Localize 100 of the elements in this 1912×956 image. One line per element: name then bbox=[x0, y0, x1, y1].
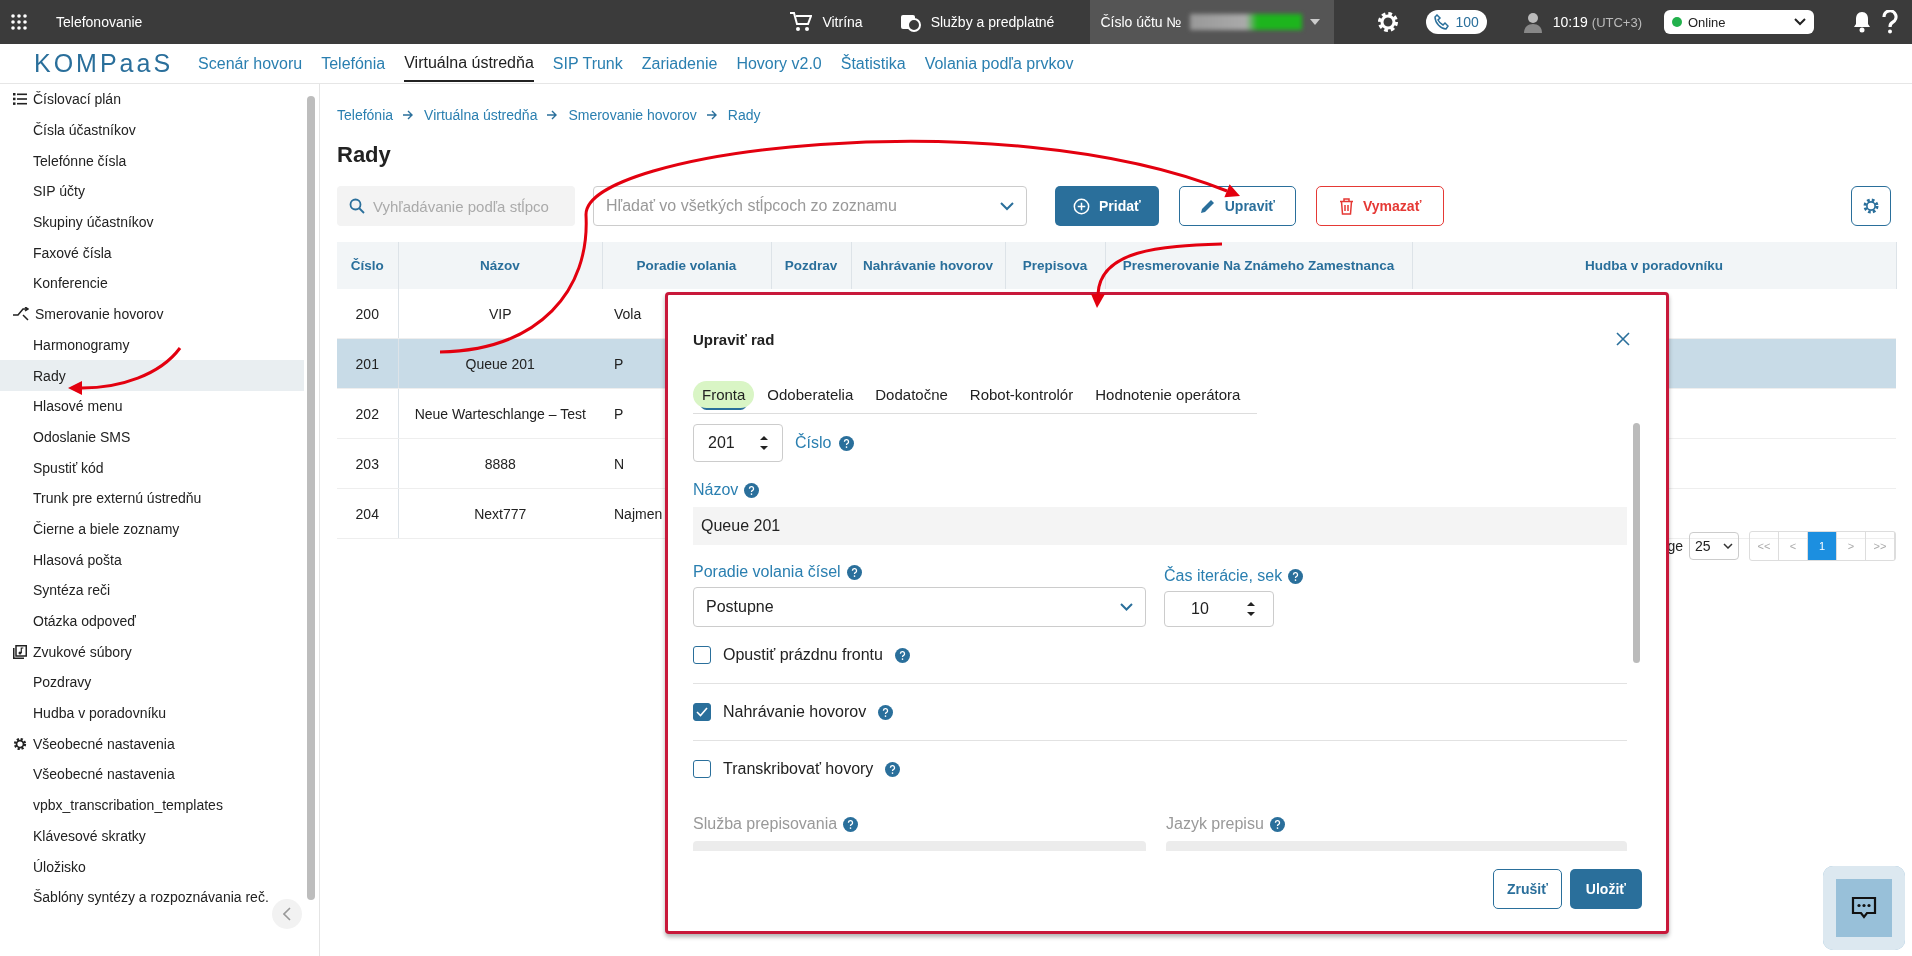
page-title: Rady bbox=[337, 142, 392, 168]
edit-button[interactable]: Upraviť bbox=[1178, 186, 1296, 226]
sidebar-item[interactable]: Úložisko bbox=[0, 851, 304, 882]
sidebar-item[interactable]: Hudba v poradovníku bbox=[0, 697, 304, 729]
sidebar-item[interactable]: Trunk pre externú ústredňu bbox=[0, 482, 304, 514]
table-cell: 201 bbox=[355, 355, 379, 372]
breadcrumb-link[interactable]: Smerovanie hovorov bbox=[568, 107, 697, 123]
checkbox-label[interactable]: Nahrávanie hovorov bbox=[723, 703, 867, 721]
sidebar-group-title[interactable]: Číslovací plán bbox=[33, 91, 121, 108]
table-cell: Vola bbox=[614, 305, 642, 322]
table-cell: 200 bbox=[355, 305, 379, 322]
table-cell: P bbox=[614, 355, 624, 372]
breadcrumb-link[interactable]: Virtuálna ústredňa bbox=[424, 107, 538, 123]
iteration-input[interactable]: 10 bbox=[1164, 591, 1274, 627]
sidebar-item[interactable]: Rady bbox=[0, 360, 304, 391]
nav-tab[interactable]: Scenár hovoru bbox=[198, 46, 303, 81]
nav-tab[interactable]: Telefónia bbox=[321, 46, 386, 81]
status-label: Online bbox=[1688, 14, 1726, 30]
sidebar-group-title[interactable]: Smerovanie hovorov bbox=[35, 306, 164, 323]
sidebar-item[interactable]: Spustiť kód bbox=[0, 452, 304, 483]
sidebar-item[interactable]: Otázka odpoveď bbox=[0, 605, 304, 637]
nav-tab[interactable]: Virtuálna ústredňa bbox=[404, 45, 534, 82]
column-header[interactable]: Pozdrav bbox=[771, 242, 851, 289]
calls-badge[interactable]: 100 bbox=[1426, 10, 1487, 34]
dialog-tab[interactable]: Dodatočne bbox=[866, 381, 957, 408]
nav-tab[interactable]: Zariadenie bbox=[641, 46, 718, 81]
breadcrumb-link[interactable]: Telefónia bbox=[337, 107, 394, 123]
table-cell: Queue 201 bbox=[465, 355, 535, 372]
sidebar-item[interactable]: vpbx_transcribation_templates bbox=[0, 789, 304, 821]
table-cell: 202 bbox=[355, 405, 379, 422]
name-input[interactable]: Queue 201 bbox=[693, 507, 1627, 545]
breadcrumb-link[interactable]: Rady bbox=[727, 107, 761, 123]
logo[interactable]: KOMPaaS bbox=[34, 49, 174, 78]
sidebar-group-title[interactable]: Všeobecné nastavenia bbox=[33, 735, 175, 752]
column-header[interactable]: Číslo bbox=[337, 242, 398, 289]
field-label: Číslo bbox=[795, 434, 832, 452]
nav-tab[interactable]: Volania podľa prvkov bbox=[924, 46, 1074, 81]
column-header[interactable]: Prepisova bbox=[1005, 242, 1105, 289]
table-cell: 203 bbox=[355, 455, 379, 472]
field-label: Jazyk prepisu bbox=[1166, 815, 1264, 833]
sidebar-item[interactable]: Pozdravy bbox=[0, 667, 304, 698]
field-label: Poradie volania čísel bbox=[693, 563, 841, 581]
nav-tab[interactable]: Štatistika bbox=[840, 46, 906, 81]
clock-time: 10:19 bbox=[1552, 14, 1588, 30]
add-button[interactable]: Pridať bbox=[1055, 186, 1159, 226]
order-select[interactable]: Postupne bbox=[693, 587, 1146, 627]
sidebar-group-title[interactable]: Zvukové súbory bbox=[33, 643, 132, 660]
number-input[interactable]: 201 bbox=[693, 424, 783, 462]
column-header[interactable]: Názov bbox=[398, 242, 602, 289]
table-cell: 204 bbox=[355, 505, 379, 522]
select-placeholder: Hľadať vo všetkých stĺpcoch zo zoznamu bbox=[606, 197, 897, 215]
sidebar-item[interactable]: Konferencie bbox=[0, 268, 304, 299]
delete-button[interactable]: Vymazať bbox=[1316, 186, 1445, 226]
search-placeholder: Vyhľadávanie podľa stĺpco bbox=[373, 197, 549, 215]
sidebar-item[interactable]: Všeobecné nastavenia bbox=[0, 759, 304, 790]
checkbox-label[interactable]: Transkribovať hovory bbox=[723, 760, 874, 778]
table-cell: VIP bbox=[488, 305, 512, 322]
sidebar-item[interactable]: Syntéza reči bbox=[0, 575, 304, 606]
checkbox-label[interactable]: Opustiť prázdnu frontu bbox=[723, 646, 883, 664]
table-cell: Najmen bbox=[614, 505, 663, 522]
column-header[interactable]: Presmerovanie Na Známeho Zamestnanca bbox=[1105, 242, 1412, 289]
sidebar-item[interactable]: Čísla účastníkov bbox=[0, 114, 304, 146]
table-cell: N bbox=[614, 455, 625, 472]
sidebar-item[interactable]: Telefónne čísla bbox=[0, 145, 304, 177]
sidebar-item[interactable]: Čierne a biele zoznamy bbox=[0, 513, 304, 545]
sidebar-item[interactable]: Hlasová pošta bbox=[0, 544, 304, 575]
table-cell: Neue Warteschlange – Test bbox=[414, 405, 586, 422]
sidebar-item[interactable]: Faxové čísla bbox=[0, 237, 304, 269]
field-label: Služba prepisovania bbox=[693, 815, 838, 833]
sidebar-item[interactable]: Harmonogramy bbox=[0, 329, 304, 361]
shop-link[interactable]: Vitrína bbox=[822, 14, 863, 30]
sidebar-item[interactable]: Šablóny syntézy a rozpoznávania reč. bbox=[0, 881, 304, 913]
page-size-select[interactable]: 25 bbox=[1689, 532, 1739, 560]
column-header[interactable]: Poradie volania bbox=[602, 242, 771, 289]
field-label: Názov bbox=[693, 481, 739, 499]
app-title: Telefonovanie bbox=[56, 14, 143, 30]
timezone: (UTC+3) bbox=[1591, 14, 1642, 30]
table-cell: P bbox=[614, 405, 624, 422]
cancel-button[interactable]: Zrušiť bbox=[1492, 869, 1562, 909]
table-cell: 8888 bbox=[484, 455, 516, 472]
account-selector[interactable]: Číslo účtu № bbox=[1090, 0, 1335, 44]
field-label: Čas iterácie, sek bbox=[1164, 567, 1283, 585]
nav-tab[interactable]: Hovory v2.0 bbox=[736, 46, 822, 81]
sidebar-item[interactable]: Odoslanie SMS bbox=[0, 421, 304, 453]
sidebar-item[interactable]: Hlasové menu bbox=[0, 390, 304, 422]
sidebar-item[interactable]: Skupiny účastníkov bbox=[0, 206, 304, 238]
dialog-tab[interactable]: Fronta bbox=[693, 381, 755, 408]
dialog-tab[interactable]: Hodnotenie operátora bbox=[1086, 381, 1250, 408]
sidebar-item[interactable]: SIP účty bbox=[0, 176, 304, 207]
column-header[interactable]: Nahrávanie hovorov bbox=[851, 242, 1005, 289]
nav-tab[interactable]: SIP Trunk bbox=[552, 46, 623, 81]
column-header[interactable]: Hudba v poradovníku bbox=[1412, 242, 1896, 289]
services-link[interactable]: Služby a predplatné bbox=[930, 14, 1055, 30]
dialog-tab[interactable]: Robot-kontrolór bbox=[960, 381, 1083, 408]
status-select[interactable]: Online bbox=[1664, 10, 1814, 34]
save-button[interactable]: Uložiť bbox=[1569, 869, 1642, 909]
table-cell: Next777 bbox=[474, 505, 527, 522]
dialog-tab[interactable]: Odoberatelia bbox=[758, 381, 863, 408]
account-label: Číslo účtu № bbox=[1100, 14, 1182, 30]
sidebar-item[interactable]: Klávesové skratky bbox=[0, 820, 304, 852]
